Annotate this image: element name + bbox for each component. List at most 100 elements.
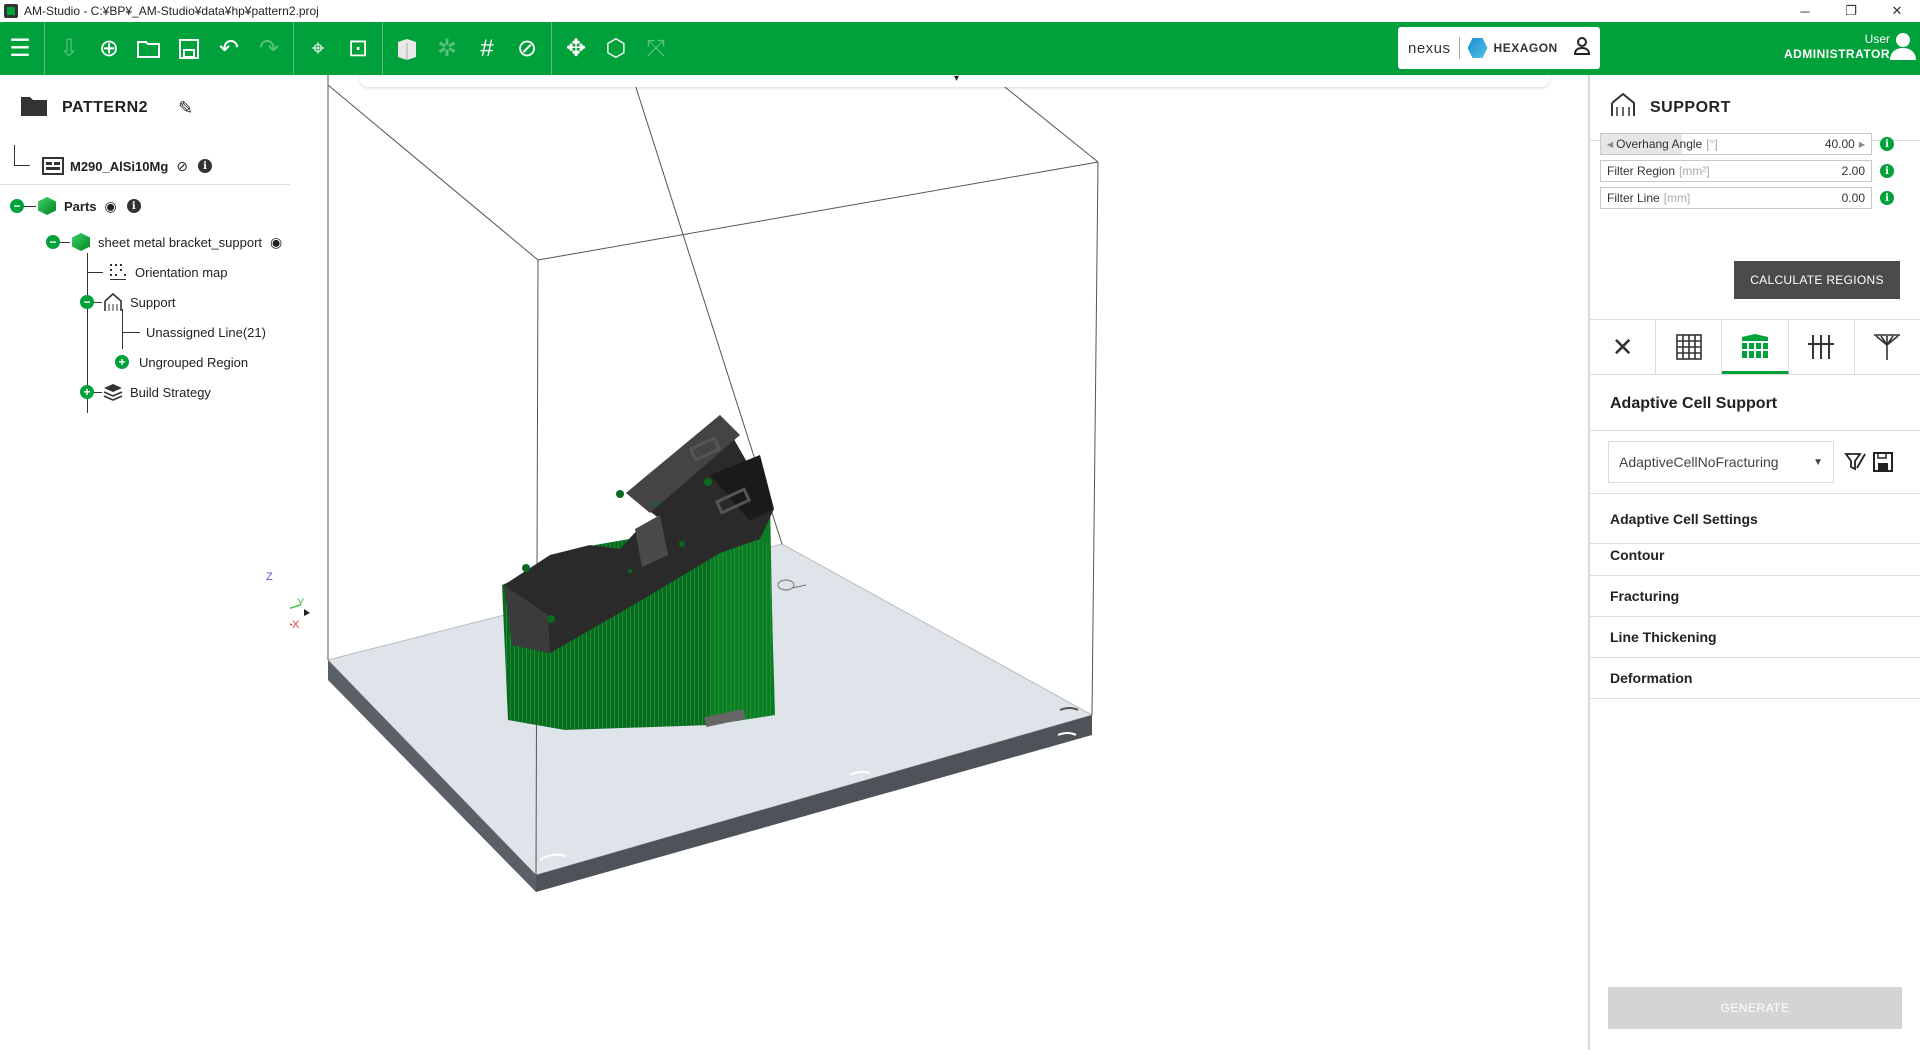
project-title: PATTERN2 [62, 99, 149, 116]
tree-item-parts[interactable]: − Parts ◉ i [10, 193, 141, 219]
ungrouped-label: Ungrouped Region [139, 354, 249, 370]
tree-item-ungrouped[interactable]: + Ungrouped Region [115, 349, 248, 375]
place-part-icon[interactable]: ⬡ [596, 22, 636, 75]
slice-grid-icon[interactable]: # [467, 22, 507, 75]
axis-z-label: Z [266, 571, 273, 583]
3d-viewport[interactable]: Z Y X [266, 74, 1588, 1050]
adaptive-cell-tab-icon[interactable] [1722, 320, 1789, 374]
param-label: Overhang Angle [1616, 137, 1703, 151]
overhang-angle-field[interactable]: ◀ Overhang Angle [°] 40.00 ▶ [1600, 133, 1872, 155]
orientation-label: Orientation map [135, 264, 228, 280]
support-label: Support [130, 294, 176, 310]
tree-line [60, 241, 70, 243]
user-name: ADMINISTRATOR [1783, 47, 1890, 61]
chevron-down-icon[interactable]: ▾ [954, 73, 959, 84]
edit-pencil-icon[interactable]: ✎ [178, 98, 193, 119]
no-section-icon[interactable]: ⊘ [507, 22, 547, 75]
hamburger-menu-icon[interactable]: ☰ [0, 22, 40, 75]
machine-label: M290_AlSi10Mg [70, 158, 169, 174]
scene-svg [268, 74, 1099, 892]
axis-x-label: X [292, 619, 300, 631]
tree-item-build-strategy[interactable]: + Build Strategy [80, 379, 211, 405]
chevron-down-icon: ▼ [1813, 456, 1823, 468]
user-info[interactable]: User ADMINISTRATOR [1784, 32, 1890, 62]
redo-icon[interactable]: ↷ [249, 22, 289, 75]
zoom-fit-icon[interactable]: ⊡ [338, 22, 378, 75]
hidden-eye-icon[interactable]: ⊘ [176, 158, 188, 175]
solid-view-icon[interactable] [387, 22, 427, 75]
decrement-arrow-icon[interactable]: ◀ [1607, 140, 1613, 149]
info-icon[interactable]: i [198, 159, 212, 173]
expand-icon[interactable]: + [115, 355, 129, 369]
tree-item-unassigned[interactable]: Unassigned Line(21) [122, 319, 266, 345]
folder-icon [20, 95, 48, 122]
save-template-icon[interactable] [1870, 449, 1896, 475]
filter-region-field[interactable]: Filter Region [mm²] 2.00 [1600, 160, 1872, 182]
undo-icon[interactable]: ↶ [209, 22, 249, 75]
accordion-fracturing[interactable]: Fracturing [1590, 576, 1920, 617]
expand-icon[interactable]: + [80, 385, 94, 399]
tree-support-tab-icon[interactable] [1855, 320, 1920, 374]
brand-badge: nexus HEXAGON [1398, 27, 1600, 69]
save-icon[interactable] [169, 22, 209, 75]
grid-support-tab-icon[interactable] [1656, 320, 1723, 374]
transform-icon[interactable]: ⤧ [636, 22, 676, 75]
mesh-view-icon[interactable]: ✲ [427, 22, 467, 75]
hexagon-logo-text: HEXAGON [1493, 41, 1558, 55]
collapse-icon[interactable]: − [10, 199, 24, 213]
minimize-button[interactable]: ─ [1782, 0, 1828, 22]
increment-arrow-icon[interactable]: ▶ [1859, 140, 1865, 149]
move-icon[interactable]: ✥ [556, 22, 596, 75]
line-support-tab-icon[interactable] [1789, 320, 1855, 374]
tree-line [87, 271, 103, 273]
support-type-tabs: ✕ [1590, 319, 1920, 375]
accordion-line-thickening[interactable]: Line Thickening [1590, 617, 1920, 658]
toolbar-separator [44, 22, 45, 75]
hexagon-logo-icon [1467, 38, 1488, 58]
param-value: 2.00 [1841, 164, 1865, 178]
support-type-title: Adaptive Cell Support [1610, 395, 1778, 412]
import-icon[interactable]: ⇩ [49, 22, 89, 75]
user-avatar-icon[interactable] [1890, 32, 1916, 62]
parts-label: Parts [64, 198, 97, 214]
part-label: sheet metal bracket_support [98, 234, 263, 250]
accordion-contour[interactable]: Contour [1590, 535, 1920, 576]
tree-item-orientation[interactable]: Orientation map [87, 259, 228, 285]
new-project-icon[interactable]: ⊕ [89, 22, 129, 75]
open-folder-icon[interactable] [129, 22, 169, 75]
brand-separator [1458, 37, 1460, 59]
tree-item-machine[interactable]: M290_AlSi10Mg ⊘ i [42, 153, 212, 179]
panel-title: SUPPORT [1650, 98, 1731, 116]
collapse-icon[interactable]: − [46, 235, 60, 249]
filter-edit-icon[interactable] [1842, 449, 1868, 475]
support-panel: SUPPORT ◀ Overhang Angle [°] 40.00 ▶ i F… [1588, 75, 1920, 1050]
tree-item-part[interactable]: − sheet metal bracket_support ◉ [46, 229, 282, 255]
info-icon[interactable]: i [1880, 137, 1894, 151]
info-icon[interactable]: i [1880, 164, 1894, 178]
tree-item-support[interactable]: − Support [80, 289, 176, 315]
accordion-deformation[interactable]: Deformation [1590, 658, 1920, 699]
calculate-regions-button[interactable]: CALCULATE REGIONS [1734, 261, 1900, 299]
template-dropdown[interactable]: AdaptiveCellNoFracturing ▼ [1608, 441, 1834, 483]
restore-button[interactable]: ❐ [1828, 0, 1874, 22]
close-button[interactable]: ✕ [1874, 0, 1920, 22]
tree-line [14, 165, 30, 166]
generate-button[interactable]: GENERATE [1608, 987, 1902, 1029]
window-controls: ─ ❐ ✕ [1782, 0, 1920, 22]
main-toolbar: ☰ ⇩ ⊕ ↶ ↷ ⌖ ⊡ ✲ # ⊘ ✥ ⬡ ⤧ [0, 22, 1920, 75]
info-icon[interactable]: i [1880, 191, 1894, 205]
account-icon[interactable] [1573, 36, 1591, 60]
collapse-icon[interactable]: − [80, 295, 94, 309]
visible-eye-icon[interactable]: ◉ [105, 198, 117, 215]
toolbar-separator [551, 22, 552, 75]
view-fit-icon[interactable]: ⌖ [298, 22, 338, 75]
visible-eye-icon[interactable]: ◉ [270, 234, 282, 251]
part-icon [70, 231, 92, 253]
user-label: User [1864, 32, 1890, 46]
filter-line-field[interactable]: Filter Line [mm] 0.00 [1600, 187, 1872, 209]
no-support-tab-icon[interactable]: ✕ [1590, 320, 1657, 374]
view-toolbar-handle[interactable]: ▾ [360, 73, 1550, 87]
info-icon[interactable]: i [126, 199, 141, 213]
param-value: 0.00 [1841, 191, 1865, 205]
